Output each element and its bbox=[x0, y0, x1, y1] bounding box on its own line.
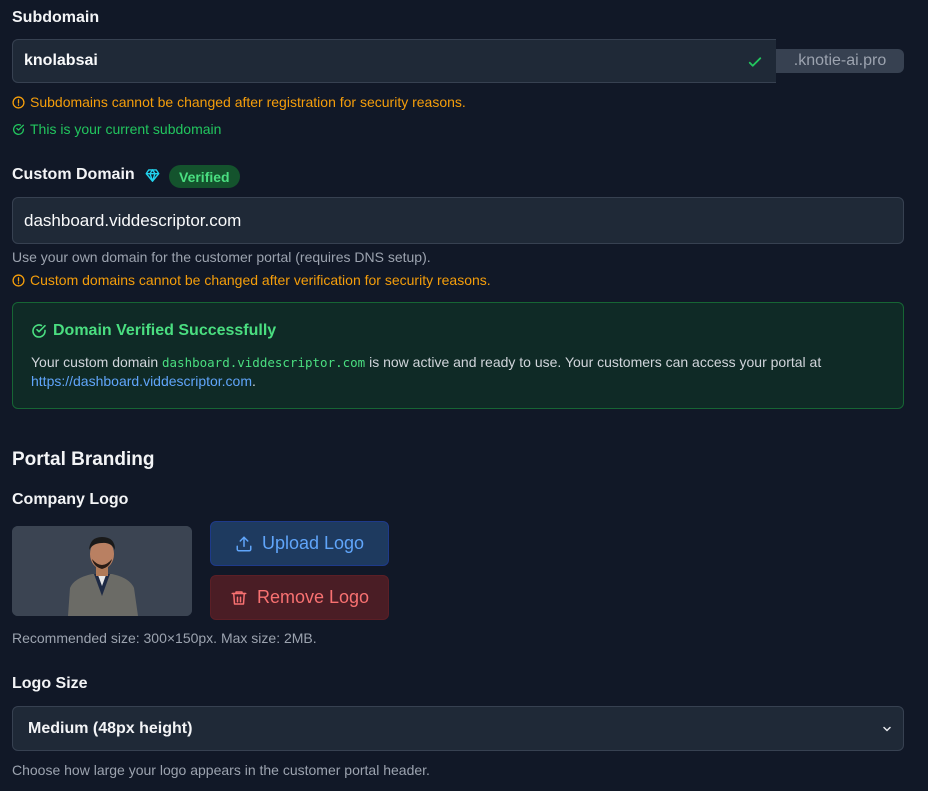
custom-domain-input[interactable]: dashboard.viddescriptor.com bbox=[12, 197, 904, 244]
logo-size-select[interactable]: Medium (48px height) bbox=[12, 706, 904, 751]
chevron-down-icon bbox=[883, 726, 891, 731]
custom-domain-help: Use your own domain for the customer por… bbox=[12, 249, 431, 265]
alert-circle-icon bbox=[12, 273, 25, 287]
verified-badge: Verified bbox=[169, 165, 240, 188]
remove-logo-button[interactable]: Remove Logo bbox=[210, 575, 389, 620]
portal-branding-heading: Portal Branding bbox=[12, 449, 155, 470]
subdomain-warning: Subdomains cannot be changed after regis… bbox=[12, 94, 466, 110]
alert-circle-icon bbox=[12, 95, 25, 109]
upload-icon bbox=[236, 536, 252, 551]
logo-size-value: Medium (48px height) bbox=[28, 719, 193, 737]
custom-domain-value: dashboard.viddescriptor.com bbox=[24, 210, 242, 230]
company-logo-label: Company Logo bbox=[12, 491, 129, 508]
check-circle-icon bbox=[13, 123, 25, 135]
check-icon bbox=[748, 57, 762, 67]
subdomain-status: This is your current subdomain bbox=[12, 121, 221, 137]
subdomain-input[interactable]: knolabsai bbox=[12, 39, 776, 83]
panel-title: Domain Verified Successfully bbox=[31, 322, 276, 340]
logo-size-label: Logo Size bbox=[12, 675, 88, 692]
domain-verified-panel: Domain Verified Successfully Your custom… bbox=[12, 302, 904, 409]
subdomain-suffix: .knotie-ai.pro bbox=[776, 49, 904, 73]
domain-code: dashboard.viddescriptor.com bbox=[162, 355, 366, 370]
logo-image bbox=[12, 526, 192, 616]
subdomain-label: Subdomain bbox=[12, 9, 100, 26]
logo-hint: Recommended size: 300×150px. Max size: 2… bbox=[12, 630, 317, 646]
custom-domain-label: Custom Domain bbox=[12, 166, 135, 183]
trash-icon bbox=[231, 590, 247, 605]
portal-link[interactable]: https://dashboard.viddescriptor.com bbox=[31, 373, 252, 389]
logo-size-help: Choose how large your logo appears in th… bbox=[12, 762, 430, 778]
check-circle-icon bbox=[32, 324, 46, 338]
custom-domain-warning: Custom domains cannot be changed after v… bbox=[12, 272, 491, 288]
upload-logo-button[interactable]: Upload Logo bbox=[210, 521, 389, 566]
gem-icon bbox=[145, 169, 160, 182]
logo-preview bbox=[12, 526, 192, 616]
subdomain-value: knolabsai bbox=[24, 52, 98, 69]
panel-body: Your custom domain dashboard.viddescript… bbox=[31, 354, 822, 389]
